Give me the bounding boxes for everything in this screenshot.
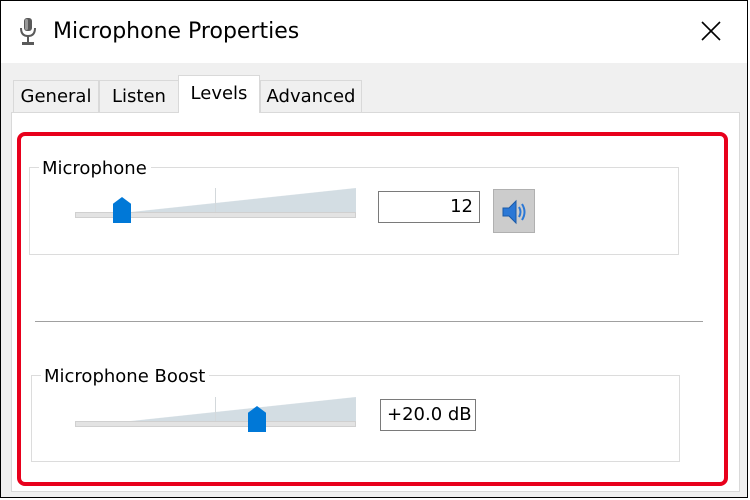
speaker-volume-icon xyxy=(502,199,526,225)
slider-track xyxy=(75,421,356,427)
tab-label: Advanced xyxy=(266,86,356,107)
microphone-boost-slider[interactable] xyxy=(75,397,356,432)
microphone-level-input[interactable]: 12 xyxy=(378,191,480,223)
properties-dialog: Microphone Properties General Listen Lev… xyxy=(0,0,748,498)
tab-label: Levels xyxy=(190,83,248,104)
microphone-boost-input[interactable]: +20.0 dB xyxy=(380,399,476,431)
tab-label: Listen xyxy=(112,86,166,107)
title-bar: Microphone Properties xyxy=(1,1,747,63)
tab-label: General xyxy=(20,86,92,107)
microphone-level-value: 12 xyxy=(450,196,473,217)
microphone-boost-value: +20.0 dB xyxy=(387,404,472,425)
microphone-icon xyxy=(17,17,39,47)
microphone-group-label: Microphone xyxy=(39,158,151,180)
tab-general[interactable]: General xyxy=(13,80,99,112)
mute-toggle-button[interactable] xyxy=(493,189,535,233)
microphone-boost-group-label: Microphone Boost xyxy=(41,366,210,388)
group-separator xyxy=(35,321,703,322)
tab-advanced[interactable]: Advanced xyxy=(260,80,362,112)
window-title: Microphone Properties xyxy=(53,19,300,44)
microphone-level-slider[interactable] xyxy=(75,188,356,223)
tab-listen[interactable]: Listen xyxy=(99,80,179,112)
close-icon xyxy=(701,21,721,41)
tab-levels[interactable]: Levels xyxy=(178,75,260,113)
close-button[interactable] xyxy=(689,11,733,51)
